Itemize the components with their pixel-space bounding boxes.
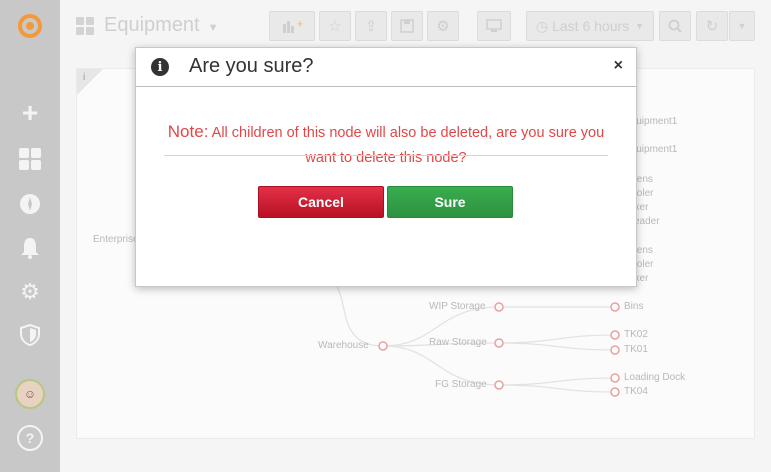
tree-node-label[interactable]: TK04 <box>624 386 648 397</box>
tv-mode-icon[interactable] <box>477 11 511 41</box>
avatar[interactable]: ☺ <box>0 374 60 414</box>
shield-icon[interactable] <box>0 315 60 355</box>
dashboard-title-picker[interactable]: Equipment ▼ <box>76 14 219 37</box>
note-label: Note: <box>167 122 209 141</box>
modal-header: i Are you sure? × <box>136 48 636 87</box>
tree-node-label[interactable]: FG Storage <box>435 379 487 390</box>
tree-node-label[interactable]: Enterprise <box>93 234 139 245</box>
tree-node-label[interactable]: TK02 <box>624 329 648 340</box>
confirm-delete-modal: i Are you sure? × Note: All children of … <box>135 47 637 287</box>
share-icon[interactable]: ⇪ <box>355 11 387 41</box>
time-picker-button[interactable]: ◷ Last 6 hours ▼ <box>526 11 654 41</box>
clock-icon: ◷ <box>535 17 549 34</box>
close-icon[interactable]: × <box>614 57 623 75</box>
zoom-out-icon[interactable] <box>659 11 691 41</box>
sidebar: + ⚙ ☺ ? <box>0 0 60 472</box>
settings-gear-icon[interactable]: ⚙ <box>427 11 459 41</box>
modal-title: Are you sure? <box>189 55 314 77</box>
sure-button[interactable]: Sure <box>387 186 513 218</box>
warning-text: All children of this node will also be d… <box>211 125 605 166</box>
modal-body: Note: All children of this node will als… <box>136 87 636 171</box>
tree-node-label[interactable]: Bins <box>624 301 643 312</box>
delete-warning-message: Note: All children of this node will als… <box>166 119 606 171</box>
refresh-icon[interactable]: ↻ <box>696 11 728 41</box>
tree-node-label[interactable]: Raw Storage <box>429 337 487 348</box>
dashboard-icon[interactable] <box>0 139 60 179</box>
gear-icon[interactable]: ⚙ <box>0 272 60 312</box>
grafana-logo-icon[interactable] <box>0 6 60 46</box>
dashboard-navbar: Equipment ▼ + ☆ ⇪ ⚙ ◷ Last 6 hours ▼ ↻ ▼ <box>60 0 771 52</box>
info-icon: i <box>83 72 86 83</box>
dashboard-title: Equipment <box>104 14 200 36</box>
tree-node-label[interactable]: Loading Dock <box>624 372 685 383</box>
dashboard-grid-icon <box>76 16 94 35</box>
tree-node-label[interactable]: Warehouse <box>318 340 369 351</box>
tree-node-label[interactable]: TK01 <box>624 344 648 355</box>
info-icon: i <box>151 58 169 76</box>
cancel-button[interactable]: Cancel <box>258 186 384 218</box>
save-icon[interactable] <box>391 11 423 41</box>
bell-icon[interactable] <box>0 228 60 268</box>
plus-icon[interactable]: + <box>0 93 60 133</box>
divider <box>164 155 608 156</box>
caret-down-icon: ▼ <box>207 21 219 34</box>
refresh-interval-caret[interactable]: ▼ <box>729 11 755 41</box>
time-range-label: Last 6 hours <box>552 18 630 34</box>
tree-node-label[interactable]: WIP Storage <box>429 301 486 312</box>
svg-text:+: + <box>296 19 302 30</box>
add-panel-button[interactable]: + <box>269 11 315 41</box>
help-icon[interactable]: ? <box>0 418 60 458</box>
explore-icon[interactable] <box>0 184 60 224</box>
star-icon[interactable]: ☆ <box>319 11 351 41</box>
caret-down-icon: ▼ <box>635 21 645 31</box>
panel-info-corner[interactable] <box>77 69 103 95</box>
